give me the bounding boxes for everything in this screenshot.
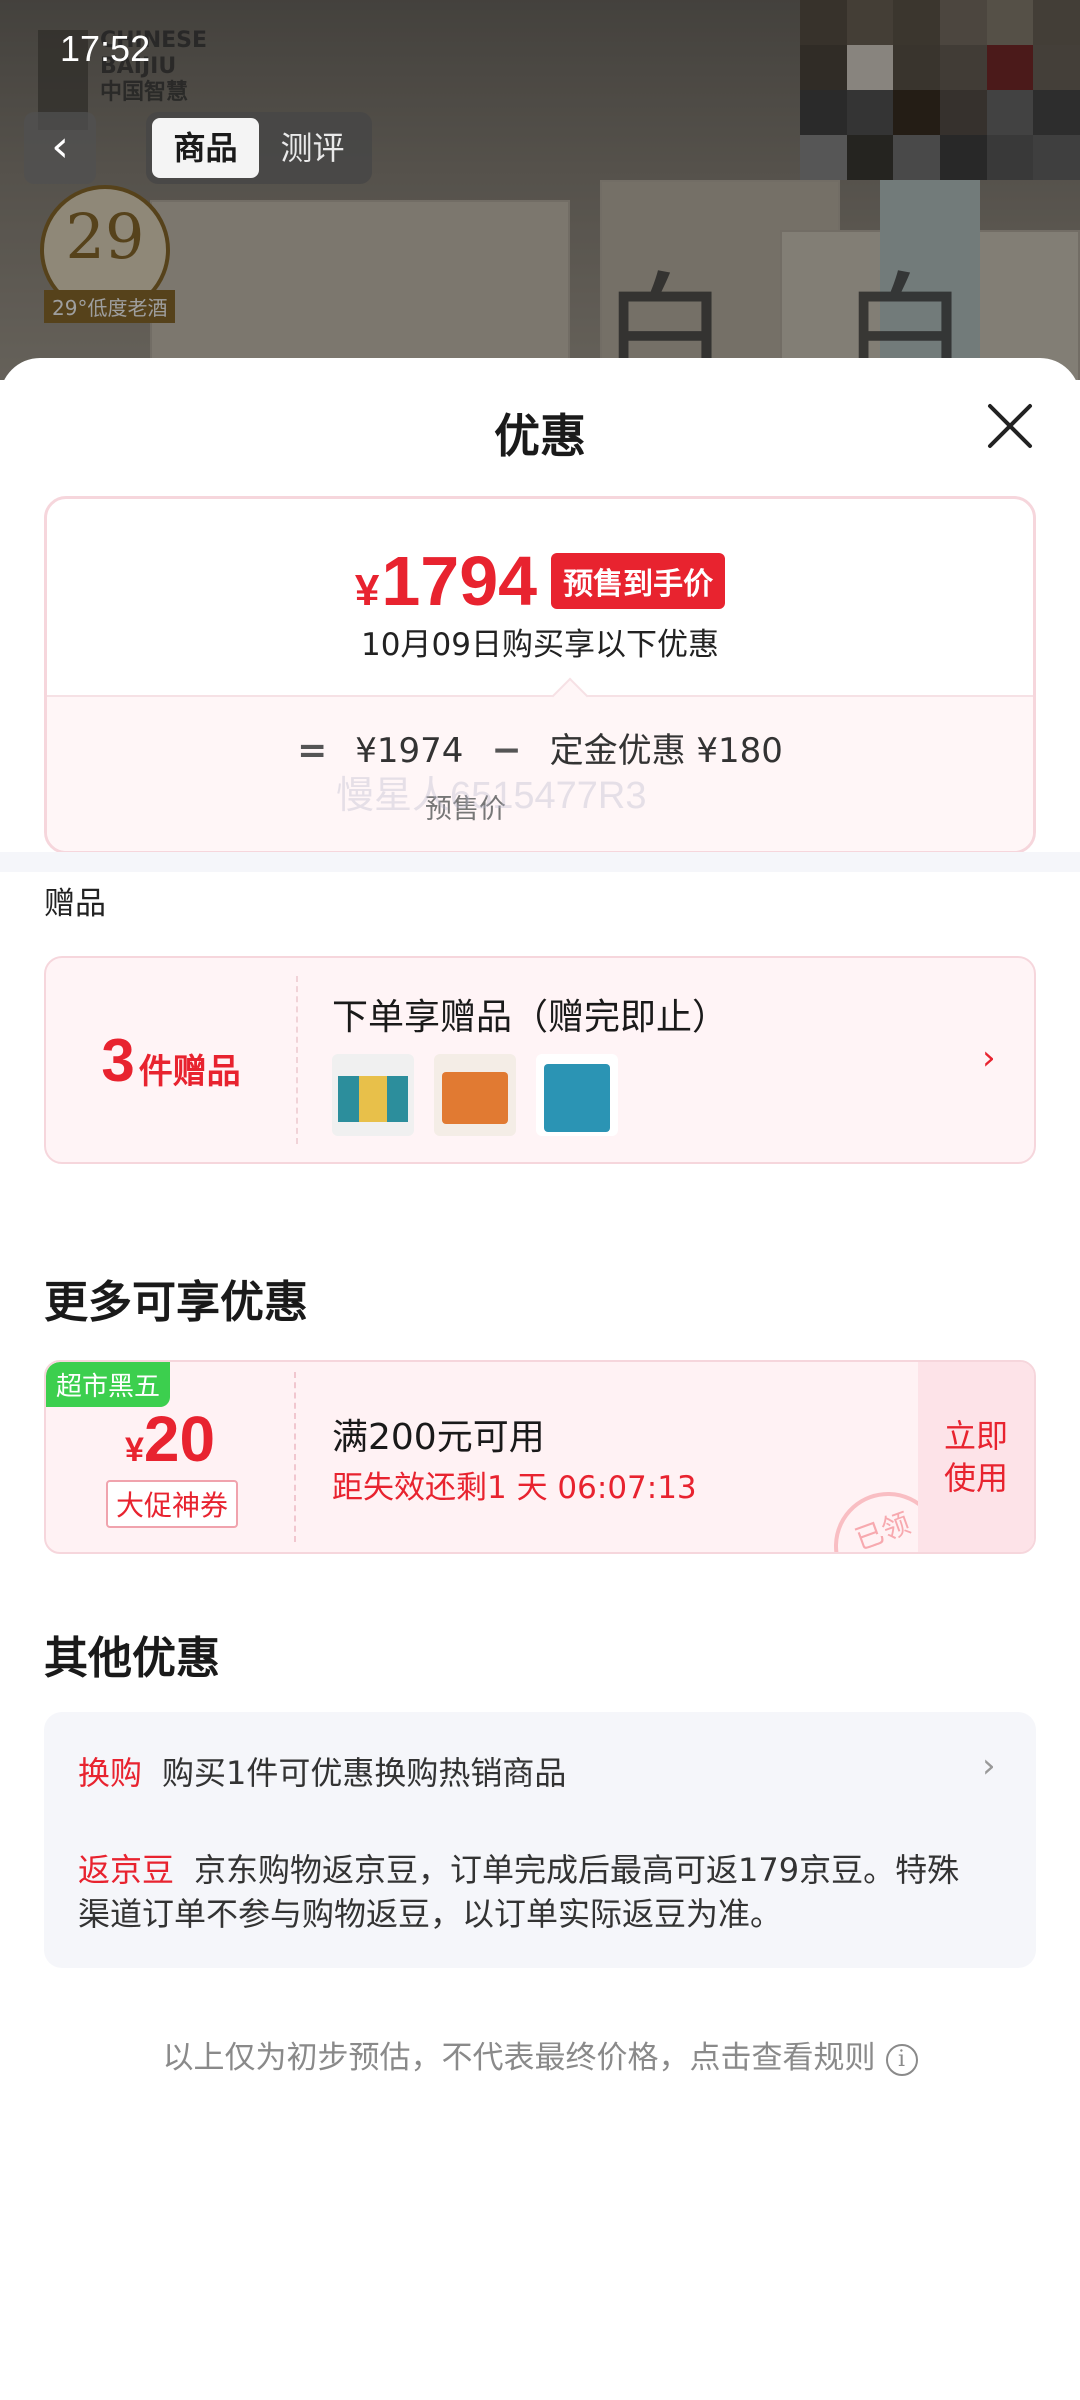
info-icon: i [885,2043,918,2076]
chevron-right-icon: › [982,1038,996,1078]
user-watermark: 慢星人6515477R3 [336,775,647,817]
segment-tabs: 商品 测评 [146,112,372,184]
more-offers-title: 更多可享优惠 [44,1277,308,1328]
coupon-card: 超市黑五 ¥20 大促神券 满200元可用 距失效还剩1 天 06:07:13 … [44,1360,1036,1554]
gifts-section-label: 赠品 [44,886,106,922]
close-icon[interactable] [982,398,1038,454]
product-image-background: CHINESE BAIJIU 中国智慧 白 白 29 29°低度老酒 [0,0,1080,380]
modal-overlay[interactable] [0,0,1080,380]
use-now-button[interactable]: 立即使用 [918,1362,1034,1552]
tab-review[interactable]: 测评 [259,118,366,178]
gift-thumbnail [536,1054,618,1136]
offer-text: 京东购物返京豆，订单完成后最高可返179京豆。特殊渠道订单不参与购物返豆，以订单… [78,1851,960,1933]
status-bar-time: 17:52 [60,28,151,69]
sheet-title: 优惠 [494,409,586,463]
final-price: ¥1794 [354,542,538,620]
presale-price-tag: 预售到手价 [551,553,726,609]
gift-thumbnail [434,1054,516,1136]
coupon-type: 大促神券 [106,1480,239,1528]
trade-in-offer-row[interactable]: 换购 购买1件可优惠换购热销商品 [78,1748,566,1794]
offer-text: 购买1件可优惠换购热销商品 [162,1754,567,1792]
gift-thumbnails [332,1054,618,1136]
back-button[interactable]: ‹ [24,112,96,184]
offer-tag: 返京豆 [78,1851,175,1889]
rules-note-link[interactable]: 以上仅为初步预估，不代表最终价格，点击查看规则 i [0,2032,1080,2077]
coupon-countdown: 距失效还剩1 天 06:07:13 [332,1470,697,1506]
coupon-condition: 满200元可用 [332,1417,545,1458]
coupon-amount: ¥20 [124,1403,216,1475]
chevron-left-icon: ‹ [51,121,69,172]
chevron-right-icon: › [982,1746,996,1786]
jingdou-offer-row: 返京豆 京东购物返京豆，订单完成后最高可返179京豆。特殊渠道订单不参与购物返豆，… [78,1848,978,1936]
gift-title: 下单享赠品（赠完即止） [332,997,729,1038]
tab-product[interactable]: 商品 [152,118,259,178]
gift-card[interactable]: 3 件赠品 下单享赠品（赠完即止） › [44,956,1036,1164]
section-divider [0,852,1080,872]
price-subtitle: 10月09日购买享以下优惠 [361,627,719,663]
gift-count: 3 件赠品 [101,1026,241,1094]
offer-tag: 换购 [78,1754,143,1792]
other-offers-title: 其他优惠 [44,1633,220,1684]
gift-thumbnail [332,1054,414,1136]
